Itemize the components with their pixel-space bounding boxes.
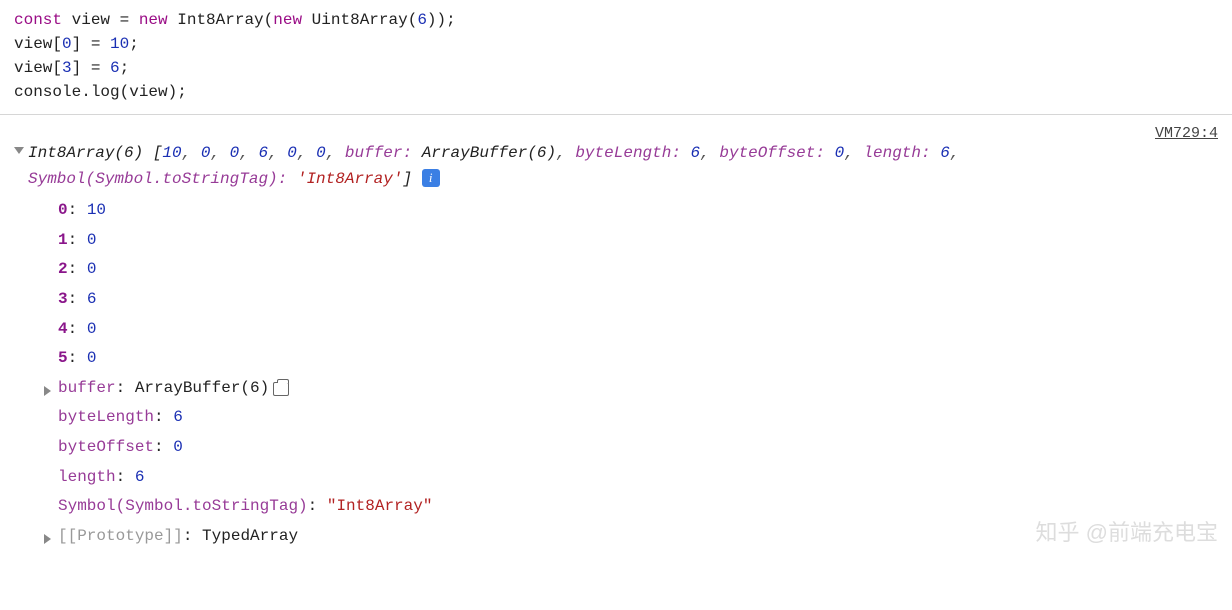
disclose-triangle-icon[interactable]: [44, 386, 51, 396]
keyword-new: new: [139, 11, 168, 29]
code-line-1: const view = new Int8Array(new Uint8Arra…: [14, 8, 1218, 32]
expanded-properties: 0: 10 1: 0 2: 0 3: 6 4: 0 5: 0 buffer: A…: [14, 196, 1218, 551]
prop-bytelength-row[interactable]: byteLength: 6: [44, 403, 1218, 433]
prop-index-row[interactable]: 4: 0: [44, 315, 1218, 345]
keyword-new: new: [273, 11, 302, 29]
disclose-triangle-icon[interactable]: [14, 147, 24, 154]
memory-inspector-icon[interactable]: [273, 382, 289, 396]
code-line-3: view[3] = 6;: [14, 56, 1218, 80]
prop-index-row[interactable]: 1: 0: [44, 226, 1218, 256]
info-icon[interactable]: i: [422, 169, 440, 187]
prop-index-row[interactable]: 0: 10: [44, 196, 1218, 226]
source-link[interactable]: VM729:4: [1155, 123, 1218, 146]
code-line-4: console.log(view);: [14, 80, 1218, 104]
code-line-2: view[0] = 10;: [14, 32, 1218, 56]
prop-byteoffset-row[interactable]: byteOffset: 0: [44, 433, 1218, 463]
log-entry: Int8Array(6) [10, 0, 0, 6, 0, 0, buffer:…: [14, 141, 1218, 192]
prop-index-row[interactable]: 3: 6: [44, 285, 1218, 315]
object-summary[interactable]: Int8Array(6) [10, 0, 0, 6, 0, 0, buffer:…: [28, 141, 1218, 192]
console-output: VM729:4 Int8Array(6) [10, 0, 0, 6, 0, 0,…: [0, 115, 1232, 561]
prop-index-row[interactable]: 2: 0: [44, 255, 1218, 285]
disclose-triangle-icon[interactable]: [44, 534, 51, 544]
prop-buffer-row[interactable]: buffer: ArrayBuffer(6): [44, 374, 1218, 404]
prop-index-row[interactable]: 5: 0: [44, 344, 1218, 374]
keyword-const: const: [14, 11, 62, 29]
prop-length-row[interactable]: length: 6: [44, 463, 1218, 493]
watermark: 知乎 @前端充电宝: [1036, 516, 1218, 549]
code-editor: const view = new Int8Array(new Uint8Arra…: [0, 0, 1232, 115]
object-typename: Int8Array(6): [28, 144, 143, 162]
